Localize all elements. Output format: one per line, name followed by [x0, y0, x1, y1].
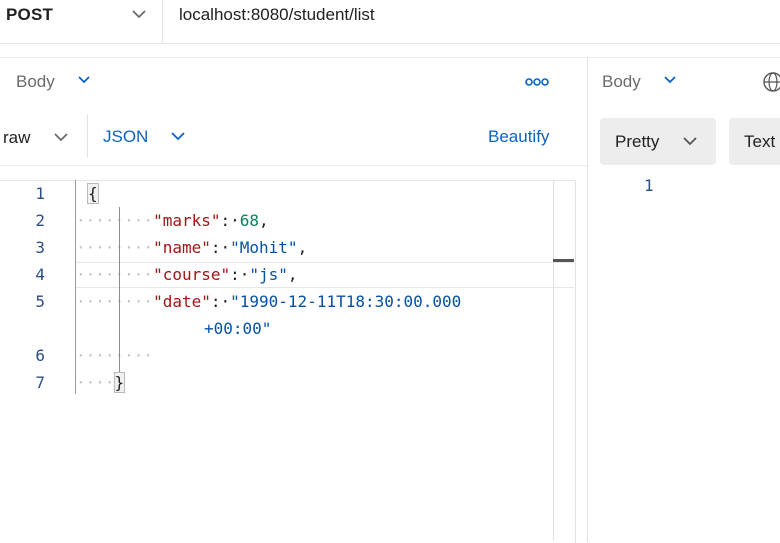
whitespace-dots: ········	[76, 292, 154, 311]
body-mode-select[interactable]: raw	[0, 114, 88, 158]
code-text: ········"marks":·68,	[76, 211, 269, 230]
line-number: 7	[35, 373, 45, 392]
json-bracket: {	[87, 183, 99, 204]
code-text: {	[87, 183, 99, 204]
chevron-down-icon	[132, 10, 146, 19]
code-line[interactable]: 3 ········"name":·"Mohit",	[0, 235, 575, 262]
response-tab-body[interactable]: Body	[602, 72, 641, 92]
body-options-bar: raw JSON Beautify	[0, 109, 587, 166]
scroll-position-marker[interactable]	[553, 259, 574, 262]
json-value: "1990-12-11T18:30:00.000	[230, 292, 462, 311]
code-line[interactable]: 7 ····}	[0, 370, 575, 397]
code-line[interactable]: 6 ········	[0, 343, 575, 370]
json-comma: ,	[259, 211, 269, 230]
chevron-down-icon[interactable]	[663, 74, 677, 86]
json-value: 68	[239, 211, 260, 230]
json-value: "Mohit"	[230, 238, 298, 257]
code-text: +00:00"	[204, 319, 271, 338]
text-format-select[interactable]: Text	[729, 118, 780, 165]
body-mode-label: raw	[3, 128, 31, 147]
method-label: POST	[6, 5, 54, 24]
json-separator: :·	[210, 292, 231, 311]
chevron-down-icon	[54, 133, 68, 142]
current-line-highlight	[76, 262, 574, 288]
code-line[interactable]: 1{	[0, 181, 575, 208]
response-pane: Body Pretty Text 1	[588, 57, 780, 542]
tab-body[interactable]: Body	[16, 72, 55, 92]
json-key: "marks"	[153, 211, 221, 230]
indent-guide	[119, 207, 120, 372]
scrollbar-track[interactable]	[553, 180, 554, 541]
line-number: 6	[35, 346, 45, 365]
line-number: 2	[35, 211, 45, 230]
response-line-number: 1	[644, 176, 654, 195]
view-mode-select[interactable]: Pretty	[600, 118, 716, 165]
code-text: ····}	[76, 372, 126, 393]
code-line[interactable]: 2 ········"marks":·68,	[0, 208, 575, 235]
whitespace-dots: ········	[76, 238, 154, 257]
chevron-down-icon	[683, 137, 697, 146]
whitespace-dots: ····	[76, 373, 115, 392]
line-number: 5	[35, 292, 45, 311]
line-number: 4	[35, 265, 45, 284]
url-bar: POST localhost:8080/student/list	[0, 0, 780, 44]
json-separator: :·	[220, 211, 240, 230]
code-line[interactable]: 5 ········"date":·"1990-12-11T18:30:00.00…	[0, 289, 575, 316]
chevron-down-icon[interactable]	[77, 74, 91, 86]
beautify-button[interactable]: Beautify	[488, 127, 549, 147]
view-mode-label: Pretty	[615, 132, 660, 151]
code-text: ········"date":·"1990-12-11T18:30:00.000	[76, 292, 461, 311]
json-key: "name"	[153, 238, 211, 257]
json-comma: ,	[297, 238, 308, 257]
chevron-down-icon[interactable]	[170, 130, 186, 142]
json-value-wrap: +00:00"	[204, 319, 272, 338]
more-options-icon[interactable]	[525, 77, 549, 87]
json-separator: :·	[210, 238, 231, 257]
whitespace-dots: ········	[76, 211, 154, 230]
text-format-label: Text	[744, 132, 776, 151]
code-line[interactable]: +00:00"	[0, 316, 575, 343]
method-select[interactable]: POST	[0, 0, 163, 43]
url-input[interactable]: localhost:8080/student/list	[179, 5, 375, 25]
line-number: 3	[35, 238, 45, 257]
whitespace-dots: ········	[76, 346, 154, 365]
body-format-select[interactable]: JSON	[103, 127, 148, 147]
code-text: ········"name":·"Mohit",	[76, 238, 307, 257]
json-key: "date"	[153, 292, 211, 311]
json-bracket: }	[113, 372, 126, 393]
globe-icon[interactable]	[762, 71, 780, 93]
line-number: 1	[35, 184, 45, 203]
code-text: ········	[76, 346, 153, 365]
code-editor[interactable]: 1{2 ········"marks":·68, 3 ········"name":·…	[0, 180, 576, 543]
